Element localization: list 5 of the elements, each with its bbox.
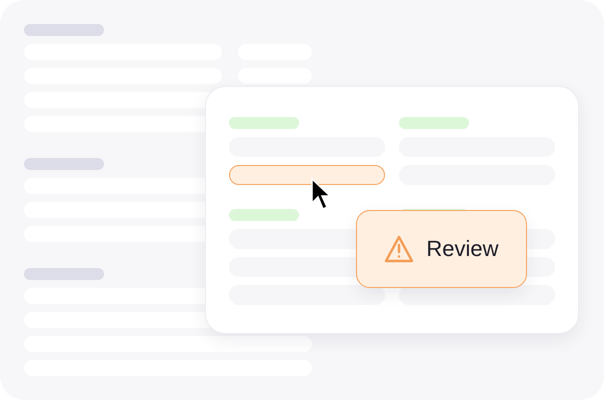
review-tooltip: Review bbox=[356, 210, 527, 288]
skeleton-heading bbox=[229, 117, 299, 129]
skeleton-heading bbox=[229, 209, 299, 221]
skeleton-heading bbox=[399, 117, 469, 129]
warning-icon bbox=[384, 235, 414, 263]
